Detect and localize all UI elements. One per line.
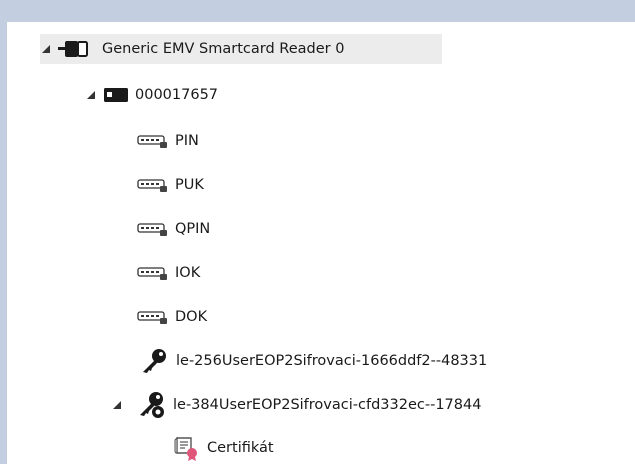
tree-node-reader[interactable]: Generic EMV Smartcard Reader 0 (40, 34, 442, 64)
certificate-label: Certifikát (207, 439, 274, 456)
dok-label: DOK (175, 308, 208, 325)
smartcard-icon (103, 86, 129, 104)
tree-node-card[interactable]: 000017657 (85, 80, 218, 110)
tree-node-certificate[interactable]: Certifikát (173, 433, 274, 463)
card-label: 000017657 (135, 86, 219, 103)
tree-node-qpin[interactable]: QPIN (137, 214, 210, 244)
key-label: le-256UserEOP2Sifrovaci-1666ddf2--48331 (176, 352, 488, 369)
pin-pad-icon (137, 265, 169, 281)
pin-pad-icon (137, 133, 169, 149)
certificate-icon (173, 435, 201, 461)
expand-arrow-icon[interactable] (111, 399, 123, 411)
tree-view[interactable]: Generic EMV Smartcard Reader 0 000017657… (7, 22, 635, 464)
pin-pad-icon (137, 177, 169, 193)
key-with-cert-label: le-384UserEOP2Sifrovaci-cfd332ec--17844 (173, 396, 482, 413)
key-icon (140, 348, 170, 374)
pin-label: PIN (175, 132, 199, 149)
puk-label: PUK (175, 176, 204, 193)
tree-node-dok[interactable]: DOK (137, 302, 207, 332)
tree-node-iok[interactable]: IOK (137, 258, 200, 288)
qpin-label: QPIN (175, 220, 211, 237)
key-with-cert-icon (137, 391, 167, 419)
card-reader-icon (58, 38, 96, 60)
iok-label: IOK (175, 264, 201, 281)
tree-node-key[interactable]: le-256UserEOP2Sifrovaci-1666ddf2--48331 (140, 346, 487, 376)
expand-arrow-icon[interactable] (40, 43, 52, 55)
tree-node-pin[interactable]: PIN (137, 126, 199, 156)
pin-pad-icon (137, 221, 169, 237)
pin-pad-icon (137, 309, 169, 325)
reader-label: Generic EMV Smartcard Reader 0 (102, 40, 345, 57)
expand-arrow-icon[interactable] (85, 89, 97, 101)
tree-node-puk[interactable]: PUK (137, 170, 204, 200)
tree-node-key-with-cert[interactable]: le-384UserEOP2Sifrovaci-cfd332ec--17844 (111, 390, 481, 420)
